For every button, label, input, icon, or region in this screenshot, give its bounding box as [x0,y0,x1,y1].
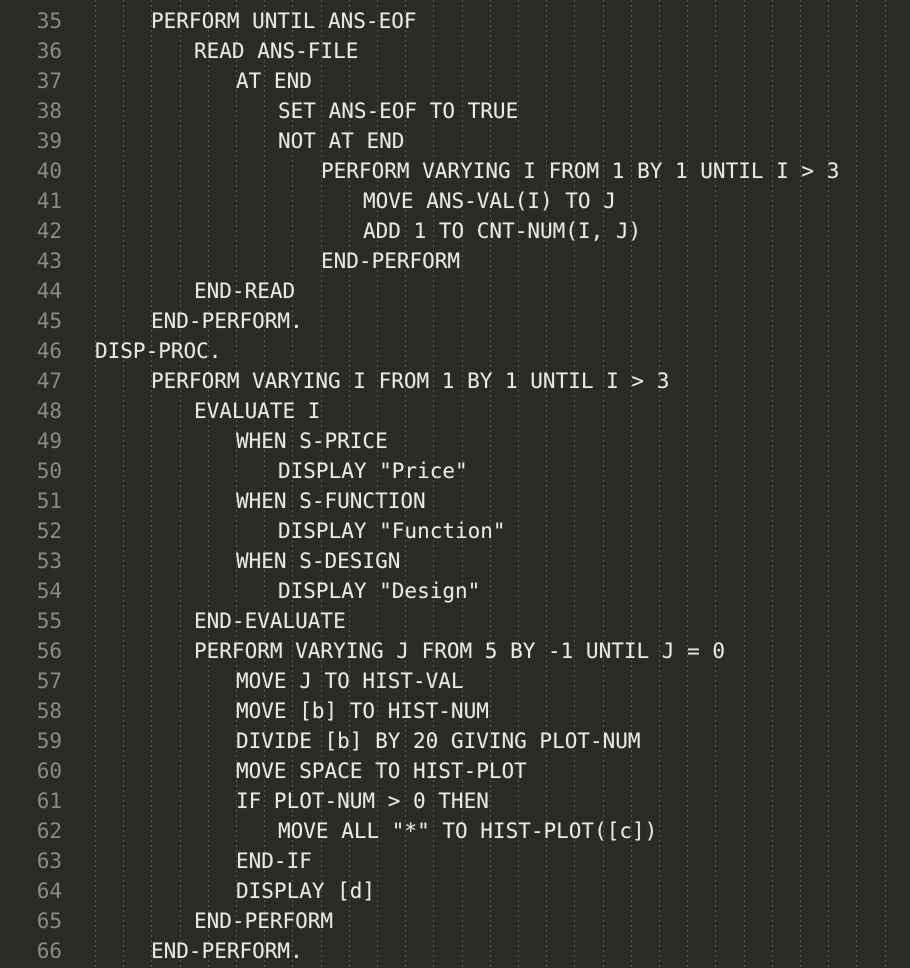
code-line[interactable]: 60 MOVE SPACE TO HIST-PLOT [0,756,910,786]
line-number: 56 [36,639,62,663]
line-number: 41 [36,189,62,213]
code-line-text[interactable]: END-READ [194,276,295,306]
code-line[interactable]: 52 DISPLAY "Function" [0,516,910,546]
code-line[interactable]: 37 AT END [0,66,910,96]
code-line[interactable]: 38 SET ANS-EOF TO TRUE [0,96,910,126]
line-number: 36 [36,39,62,63]
line-number: 62 [36,819,62,843]
code-surface[interactable]: 35 PERFORM UNTIL ANS-EOF 36 READ ANS-FILE 37… [0,0,910,966]
code-line-text[interactable]: END-IF [236,846,312,876]
code-line[interactable]: 45 END-PERFORM. [0,306,910,336]
code-line-text[interactable]: NOT AT END [278,126,404,156]
line-number: 60 [36,759,62,783]
code-line-text[interactable]: END-PERFORM. [151,936,303,966]
line-number: 43 [36,249,62,273]
code-line-text[interactable]: END-PERFORM. [151,306,303,336]
code-line[interactable]: 53 WHEN S-DESIGN [0,546,910,576]
code-line[interactable]: 41 MOVE ANS-VAL(I) TO J [0,186,910,216]
line-number: 63 [36,849,62,873]
code-line-text[interactable]: DISP-PROC. [95,336,221,366]
code-line-text[interactable]: END-PERFORM [194,906,333,936]
code-line-text[interactable]: DISPLAY "Price" [278,456,468,486]
line-number: 57 [36,669,62,693]
line-number: 50 [36,459,62,483]
code-line-text[interactable]: WHEN S-PRICE [236,426,388,456]
code-editor[interactable]: 35 PERFORM UNTIL ANS-EOF 36 READ ANS-FILE 37… [0,0,910,968]
line-number: 44 [36,279,62,303]
code-line[interactable]: 49 WHEN S-PRICE [0,426,910,456]
line-number: 49 [36,429,62,453]
line-number: 65 [36,909,62,933]
line-number: 38 [36,99,62,123]
code-line-text[interactable]: DISPLAY [d] [236,876,375,906]
code-line-text[interactable]: SET ANS-EOF TO TRUE [278,96,518,126]
line-number: 39 [36,129,62,153]
code-line[interactable]: 65 END-PERFORM [0,906,910,936]
code-line[interactable]: 48 EVALUATE I [0,396,910,426]
code-line[interactable]: 54 DISPLAY "Design" [0,576,910,606]
code-line-text[interactable]: MOVE [b] TO HIST-NUM [236,696,489,726]
line-number: 66 [36,939,62,963]
code-line[interactable]: 46 DISP-PROC. [0,336,910,366]
line-number: 45 [36,309,62,333]
line-number: 61 [36,789,62,813]
line-number: 37 [36,69,62,93]
code-line[interactable]: 57 MOVE J TO HIST-VAL [0,666,910,696]
code-line[interactable]: 64 DISPLAY [d] [0,876,910,906]
code-line[interactable]: 58 MOVE [b] TO HIST-NUM [0,696,910,726]
code-line[interactable]: 36 READ ANS-FILE [0,36,910,66]
code-line[interactable]: 61 IF PLOT-NUM > 0 THEN [0,786,910,816]
code-line-text[interactable]: PERFORM VARYING J FROM 5 BY -1 UNTIL J =… [194,636,725,666]
code-line-text[interactable]: DIVIDE [b] BY 20 GIVING PLOT-NUM [236,726,641,756]
line-number: 51 [36,489,62,513]
code-line-text[interactable]: AT END [236,66,312,96]
line-number: 48 [36,399,62,423]
code-line[interactable]: 62 MOVE ALL "*" TO HIST-PLOT([c]) [0,816,910,846]
code-line[interactable]: 47 PERFORM VARYING I FROM 1 BY 1 UNTIL I … [0,366,910,396]
code-line[interactable]: 55 END-EVALUATE [0,606,910,636]
code-line[interactable]: 56 PERFORM VARYING J FROM 5 BY -1 UNTIL J… [0,636,910,666]
code-line-text[interactable]: END-EVALUATE [194,606,346,636]
line-number: 35 [36,9,62,33]
line-number: 59 [36,729,62,753]
line-number: 64 [36,879,62,903]
line-number: 53 [36,549,62,573]
code-line-text[interactable]: END-PERFORM [321,246,460,276]
code-line-text[interactable]: MOVE SPACE TO HIST-PLOT [236,756,527,786]
code-line[interactable]: 43 END-PERFORM [0,246,910,276]
code-line-text[interactable]: WHEN S-DESIGN [236,546,400,576]
code-line-text[interactable]: PERFORM UNTIL ANS-EOF [151,6,417,36]
line-number: 52 [36,519,62,543]
line-number: 58 [36,699,62,723]
code-line-text[interactable]: READ ANS-FILE [194,36,358,66]
code-line-text[interactable]: DISPLAY "Design" [278,576,480,606]
code-line[interactable]: 39 NOT AT END [0,126,910,156]
code-line-text[interactable]: IF PLOT-NUM > 0 THEN [236,786,489,816]
code-line-text[interactable]: MOVE J TO HIST-VAL [236,666,464,696]
code-line[interactable]: 35 PERFORM UNTIL ANS-EOF [0,6,910,36]
line-number: 40 [36,159,62,183]
code-line[interactable]: 59 DIVIDE [b] BY 20 GIVING PLOT-NUM [0,726,910,756]
code-line-text[interactable]: MOVE ALL "*" TO HIST-PLOT([c]) [278,816,657,846]
line-number: 42 [36,219,62,243]
code-line[interactable]: 44 END-READ [0,276,910,306]
code-line-text[interactable]: MOVE ANS-VAL(I) TO J [363,186,616,216]
code-line-text[interactable]: PERFORM VARYING I FROM 1 BY 1 UNTIL I > … [151,366,669,396]
code-line[interactable]: 66 END-PERFORM. [0,936,910,966]
code-line-text[interactable]: WHEN S-FUNCTION [236,486,426,516]
code-line-text[interactable]: EVALUATE I [194,396,320,426]
line-number: 46 [36,339,62,363]
code-line-text[interactable]: DISPLAY "Function" [278,516,506,546]
code-line[interactable]: 40 PERFORM VARYING I FROM 1 BY 1 UNTIL I … [0,156,910,186]
code-line[interactable]: 42 ADD 1 TO CNT-NUM(I, J) [0,216,910,246]
line-number: 47 [36,369,62,393]
line-number: 55 [36,609,62,633]
code-line-text[interactable]: PERFORM VARYING I FROM 1 BY 1 UNTIL I > … [321,156,839,186]
line-number: 54 [36,579,62,603]
code-line[interactable]: 63 END-IF [0,846,910,876]
code-line[interactable]: 51 WHEN S-FUNCTION [0,486,910,516]
code-line[interactable]: 50 DISPLAY "Price" [0,456,910,486]
code-line-text[interactable]: ADD 1 TO CNT-NUM(I, J) [363,216,641,246]
